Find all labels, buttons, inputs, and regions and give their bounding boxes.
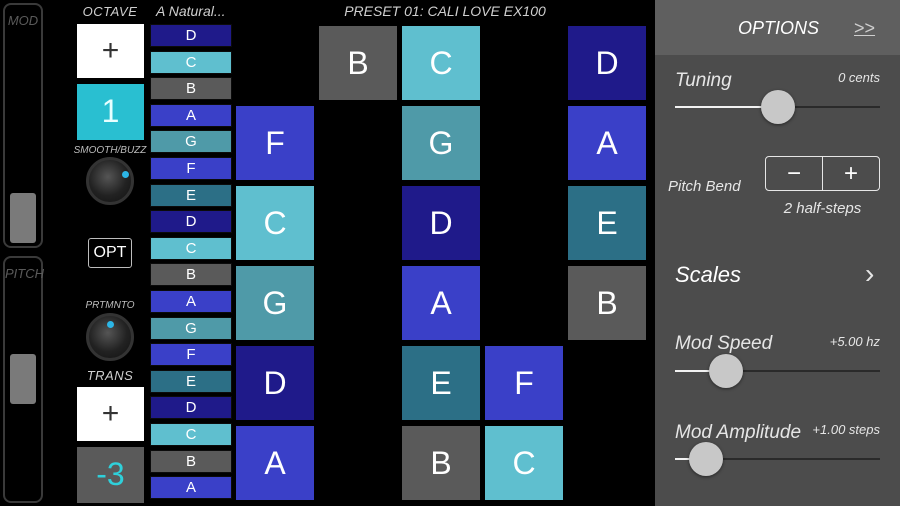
mod-handle[interactable] [10,193,36,243]
note-pad[interactable] [319,426,397,500]
note-pad[interactable]: B [319,26,397,100]
pitch-handle[interactable] [10,354,36,404]
scale-note-cell[interactable]: D [150,24,232,47]
note-pad[interactable] [236,26,314,100]
pitch-label: PITCH [5,266,44,281]
note-pad[interactable] [319,266,397,340]
note-pad[interactable] [485,106,563,180]
mod-amplitude-thumb[interactable] [688,442,723,476]
trans-value: -3 [77,447,144,503]
mod-amplitude-value: +1.00 steps [812,422,880,437]
mod-speed-slider[interactable] [675,354,880,388]
options-title: OPTIONS [738,18,820,38]
scale-note-cell[interactable]: A [150,290,232,313]
trans-label: TRANS [86,368,134,383]
note-pad[interactable]: E [402,346,480,420]
note-pad[interactable]: D [236,346,314,420]
smooth-buzz-label: SMOOTH/BUZZ [73,145,147,156]
note-pad[interactable] [568,426,646,500]
note-pad[interactable] [485,266,563,340]
portamento-label: PRTMNTO [85,300,135,311]
note-pad[interactable]: A [568,106,646,180]
mod-strip[interactable]: MOD [3,3,43,248]
note-pad[interactable]: B [568,266,646,340]
opt-button[interactable]: OPT [88,238,132,268]
note-pad[interactable] [568,346,646,420]
pitch-bend-minus-button[interactable]: − [766,157,823,190]
scale-note-cell[interactable]: C [150,236,232,260]
scale-note-cell[interactable]: G [150,130,232,154]
pitch-bend-label: Pitch Bend [668,178,741,195]
collapse-link[interactable]: >> [854,18,875,39]
scale-note-cell[interactable]: F [150,343,232,367]
tuning-thumb[interactable] [760,90,795,124]
mod-amplitude-slider[interactable] [675,442,880,476]
note-pad[interactable] [319,106,397,180]
mod-speed-label: Mod Speed [675,333,773,354]
octave-value: 1 [77,84,144,140]
mod-speed-value: +5.00 hz [829,334,880,349]
scale-note-cell[interactable]: E [150,369,232,393]
note-pad[interactable]: F [236,106,314,180]
note-pad[interactable] [319,346,397,420]
note-pad[interactable]: F [485,346,563,420]
pitch-bend-stepper[interactable]: − + [765,156,880,191]
note-pad[interactable]: B [402,426,480,500]
tuning-slider[interactable] [675,90,880,124]
note-pad[interactable]: D [402,186,480,260]
scale-note-cell[interactable]: B [150,263,232,287]
portamento-knob[interactable] [86,313,134,361]
note-pad[interactable]: E [568,186,646,260]
scale-note-cell[interactable]: C [150,50,232,74]
note-pad[interactable]: A [402,266,480,340]
note-pad[interactable]: D [568,26,646,100]
scale-note-cell[interactable]: E [150,183,232,207]
note-pad[interactable] [485,186,563,260]
trans-plus-button[interactable]: + [77,387,144,441]
note-pad[interactable]: G [402,106,480,180]
scale-note-cell[interactable]: D [150,396,232,420]
pitch-bend-plus-button[interactable]: + [823,157,879,190]
mod-label: MOD [7,13,39,28]
scale-note-cell[interactable]: B [150,449,232,473]
knob-indicator [107,321,114,328]
octave-plus-button[interactable]: + [77,24,144,78]
tuning-label: Tuning [675,70,732,91]
smooth-buzz-knob[interactable] [86,157,134,205]
scales-chevron-icon[interactable]: › [865,258,874,290]
note-pad[interactable]: C [485,426,563,500]
scale-note-cell[interactable]: G [150,316,232,340]
octave-label: OCTAVE [82,4,138,19]
tuning-value: 0 cents [838,70,880,85]
note-pad[interactable]: C [402,26,480,100]
scale-note-cell[interactable]: D [150,210,232,234]
note-pad[interactable]: A [236,426,314,500]
scale-note-cell[interactable]: A [150,476,232,500]
note-pad[interactable]: G [236,266,314,340]
preset-title: PRESET 01: CALI LOVE EX100 [344,3,546,19]
scales-label[interactable]: Scales [675,262,741,288]
pitch-strip[interactable]: PITCH [3,256,44,503]
note-pad[interactable]: C [236,186,314,260]
scale-note-cell[interactable]: B [150,77,232,101]
scale-name: A Natural... [156,3,226,19]
scale-note-cell[interactable]: C [150,423,232,446]
note-pad[interactable] [319,186,397,260]
note-pad[interactable] [485,26,563,100]
scale-note-cell[interactable]: F [150,157,232,180]
pitch-bend-value: 2 half-steps [783,200,862,217]
knob-indicator [122,171,129,178]
scale-note-cell[interactable]: A [150,103,232,127]
mod-speed-thumb[interactable] [709,354,744,388]
